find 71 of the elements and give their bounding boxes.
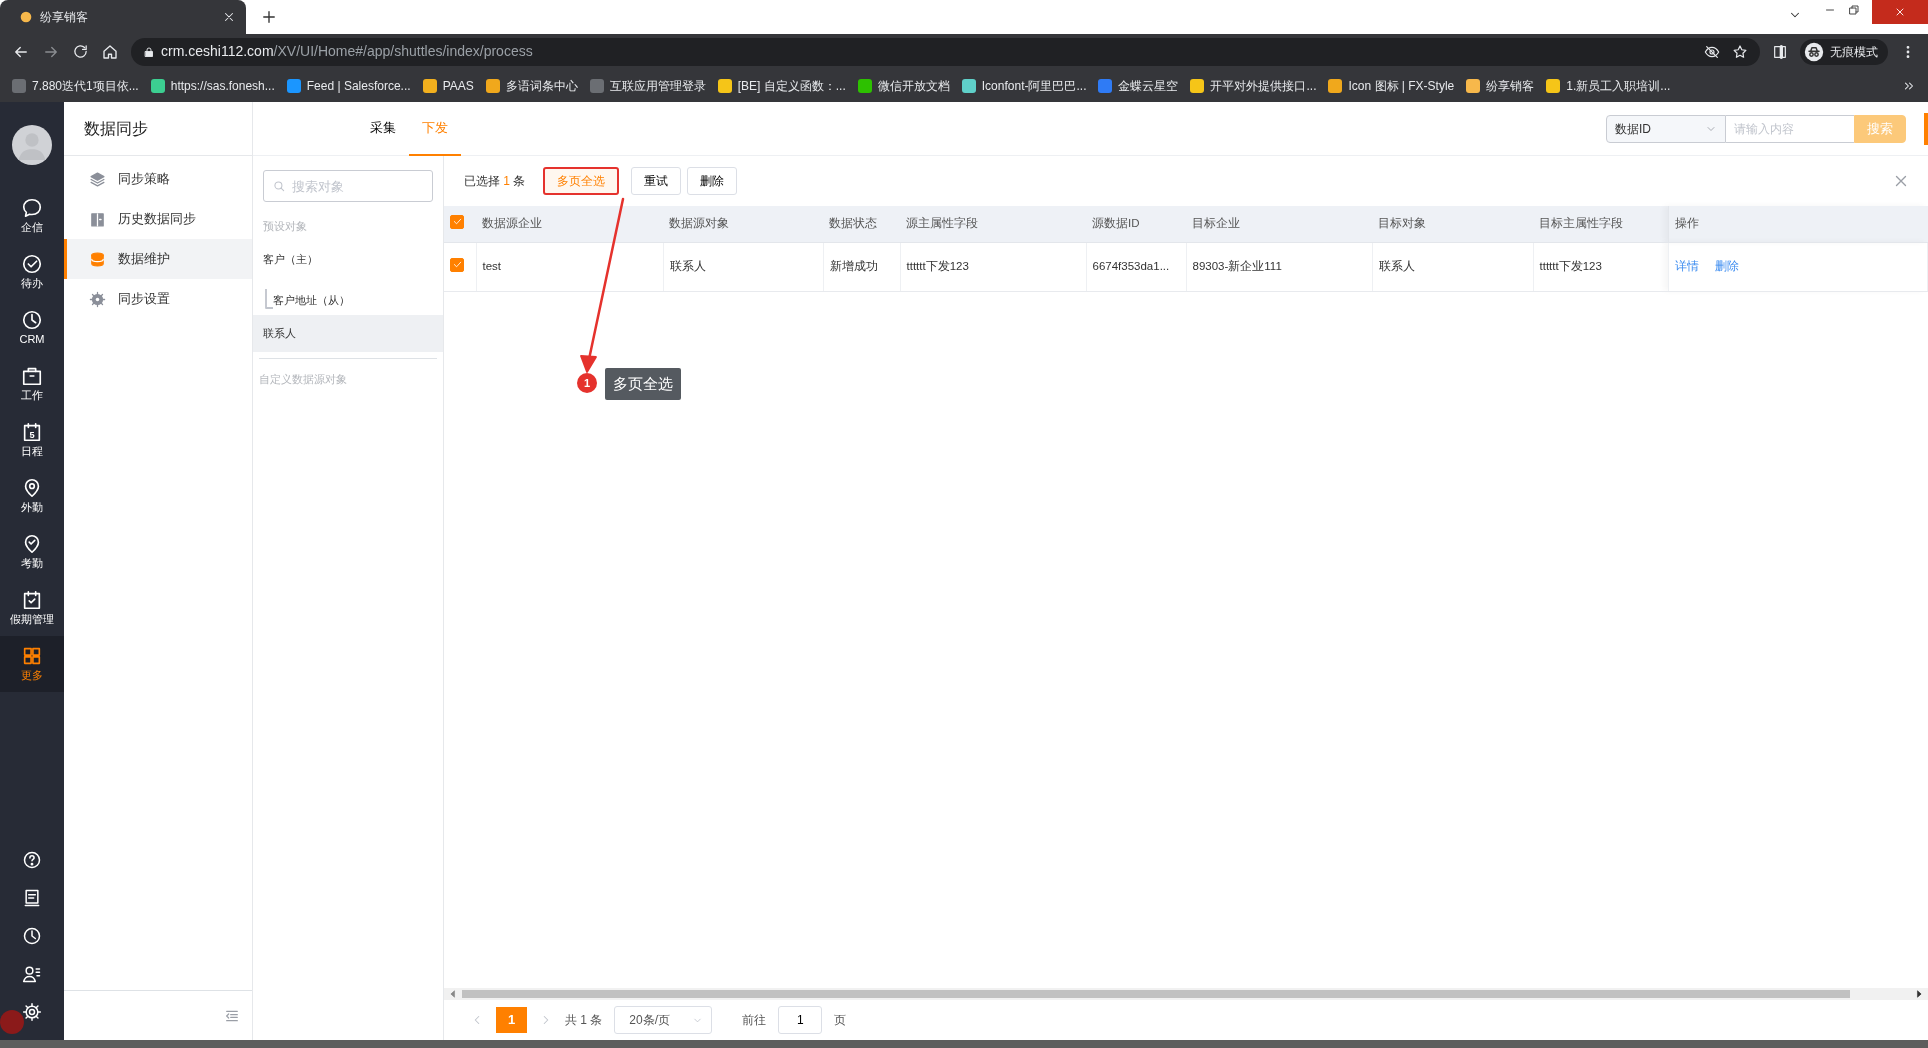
bookmark[interactable]: 金蝶云星空 [1098, 76, 1179, 95]
bookmark[interactable]: 1.新员工入职培训... [1546, 76, 1671, 95]
sidebar-item[interactable]: 数据维护 [64, 239, 252, 279]
column-header: 数据源对象 [669, 217, 729, 230]
bookmark[interactable]: [BE] 自定义函数：... [717, 76, 846, 95]
bookmark[interactable]: 开平对外提供接口... [1190, 76, 1317, 95]
column-header: 目标主属性字段 [1539, 217, 1623, 230]
object-item[interactable]: 客户地址（从） [273, 292, 350, 309]
tab[interactable]: 采集 [357, 101, 409, 156]
table-cell: 新增成功 [829, 259, 878, 272]
column-header: 源数据ID [1092, 217, 1140, 230]
table-cell: 6674f353da1... [1092, 259, 1170, 272]
nav-item[interactable]: 假期管理 [0, 580, 64, 636]
browser-tab[interactable]: 纷享销客 [0, 0, 246, 34]
toolbar-button[interactable]: 删除 [687, 167, 738, 195]
url-text: crm.ceshi112.com/XV/UI/Home#/app/shuttles/index/process [161, 42, 533, 61]
table-cell: test [482, 259, 502, 272]
annotation-label: 多页全选 [605, 368, 681, 400]
object-item[interactable]: 联系人 [253, 314, 443, 352]
column-header: 操作 [1674, 217, 1699, 230]
sidebar-item[interactable]: 同步设置 [64, 279, 252, 319]
nav-item[interactable]: 待办 [0, 244, 64, 300]
column-header: 数据源企业 [482, 217, 542, 230]
address-bar[interactable]: crm.ceshi112.com/XV/UI/Home#/app/shuttles/index/process [131, 37, 1760, 66]
goto-label: 前往 [742, 1012, 767, 1029]
group-label: 预设对象 [262, 219, 308, 234]
selection-count: 已选择 1 条 [464, 173, 526, 190]
nav-item[interactable]: 工作 [0, 356, 64, 412]
action-link[interactable]: 详情 [1674, 259, 1699, 272]
bookmark[interactable]: 多语词条中心 [485, 76, 578, 95]
field-select[interactable]: 数据ID [1606, 114, 1726, 143]
column-header: 数据状态 [829, 217, 877, 230]
page-input[interactable]: 1 [778, 1006, 823, 1034]
sidebar-item[interactable]: 历史数据同步 [64, 199, 252, 239]
bookmark[interactable]: 互联应用管理登录 [589, 76, 706, 95]
column-header: 目标企业 [1192, 217, 1240, 230]
tab-title: 纷享销客 [40, 9, 89, 26]
annotation-number: 1 [577, 373, 597, 393]
bookmark[interactable]: 微信开放文档 [857, 76, 950, 95]
page-size-select[interactable]: 20条/页 [614, 1006, 713, 1034]
bookmark[interactable]: PAAS [422, 76, 474, 95]
profile-button[interactable]: 无痕模式 [1800, 38, 1888, 65]
nav-item[interactable]: 企信 [0, 188, 64, 244]
toolbar-button[interactable]: 重试 [631, 167, 682, 195]
column-header: 目标对象 [1378, 217, 1426, 230]
table-cell: 联系人 [1378, 259, 1415, 272]
table-cell: tttttt下发123 [1539, 259, 1602, 272]
object-search-field[interactable]: 搜索对象 [263, 170, 433, 202]
page-suffix: 页 [834, 1012, 847, 1029]
sidebar-item[interactable]: 同步策略 [64, 159, 252, 199]
table-cell: 89303-新企业111 [1192, 259, 1282, 272]
nav-item[interactable]: 5 日程 [0, 412, 64, 468]
action-link[interactable]: 删除 [1714, 259, 1739, 272]
nav-item[interactable]: 考勤 [0, 524, 64, 580]
bookmark[interactable]: https://sas.fonesh... [150, 76, 275, 95]
bookmark[interactable]: 7.880迭代1项目依... [12, 76, 139, 95]
group-label: 自定义数据源对象 [259, 357, 437, 393]
sidebar-title: 数据同步 [64, 102, 252, 156]
nav-item[interactable]: 外勤 [0, 468, 64, 524]
bookmark[interactable]: Icon 图标 | FX-Style [1328, 76, 1455, 95]
column-header: 源主属性字段 [906, 217, 978, 230]
table-cell: 联系人 [669, 259, 706, 272]
bookmark[interactable]: 纷享销客 [1466, 76, 1535, 95]
bookmark[interactable]: Iconfont-阿里巴巴... [961, 76, 1087, 95]
search-input[interactable]: 请输入内容 [1726, 114, 1854, 143]
object-item[interactable]: 客户（主） [253, 240, 443, 278]
nav-item[interactable]: 更多 [0, 636, 64, 692]
table-cell: tttttt下发123 [906, 259, 969, 272]
nav-item[interactable]: CRM [0, 300, 64, 356]
total-count: 共 1 条 [565, 1012, 603, 1029]
bookmark[interactable]: Feed | Salesforce... [286, 76, 411, 95]
